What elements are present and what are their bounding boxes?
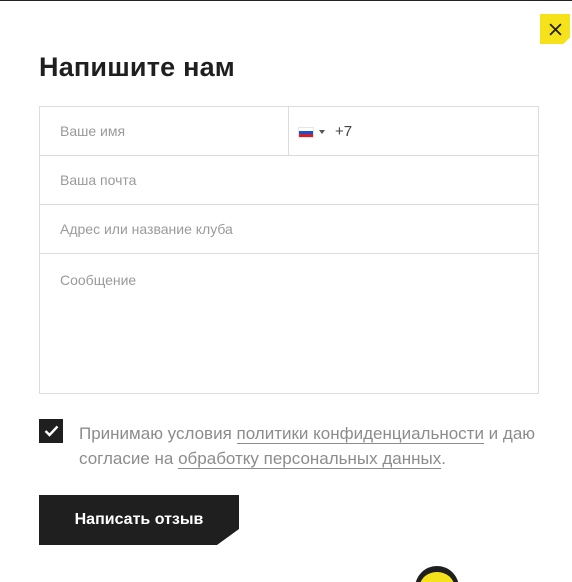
- privacy-policy-link[interactable]: политики конфиденциальности: [236, 424, 484, 444]
- consent-text: Принимаю условия политики конфиденциальн…: [79, 421, 539, 471]
- message-textarea[interactable]: [40, 254, 538, 393]
- close-button[interactable]: [540, 14, 570, 44]
- consent-text-after: .: [441, 449, 446, 468]
- email-input[interactable]: [40, 156, 538, 204]
- personal-data-link[interactable]: обработку персональных данных: [178, 449, 442, 469]
- dialog-title: Напишите нам: [39, 52, 235, 82]
- consent-checkbox[interactable]: [39, 419, 63, 443]
- mascot-icon: [414, 564, 460, 582]
- top-divider: [0, 0, 572, 1]
- form-row-address: [40, 205, 538, 254]
- name-input[interactable]: [40, 107, 288, 155]
- form-row-name-phone: [40, 107, 538, 156]
- address-input[interactable]: [40, 205, 538, 253]
- form-row-email: [40, 156, 538, 205]
- submit-review-button[interactable]: Написать отзыв: [39, 495, 239, 545]
- name-cell: [40, 107, 289, 155]
- close-icon: [548, 22, 562, 36]
- phone-cell: [289, 107, 538, 155]
- phone-input[interactable]: [289, 107, 538, 155]
- contact-form: [39, 106, 539, 394]
- checkmark-icon: [44, 425, 58, 437]
- consent-text-before: Принимаю условия: [79, 424, 237, 443]
